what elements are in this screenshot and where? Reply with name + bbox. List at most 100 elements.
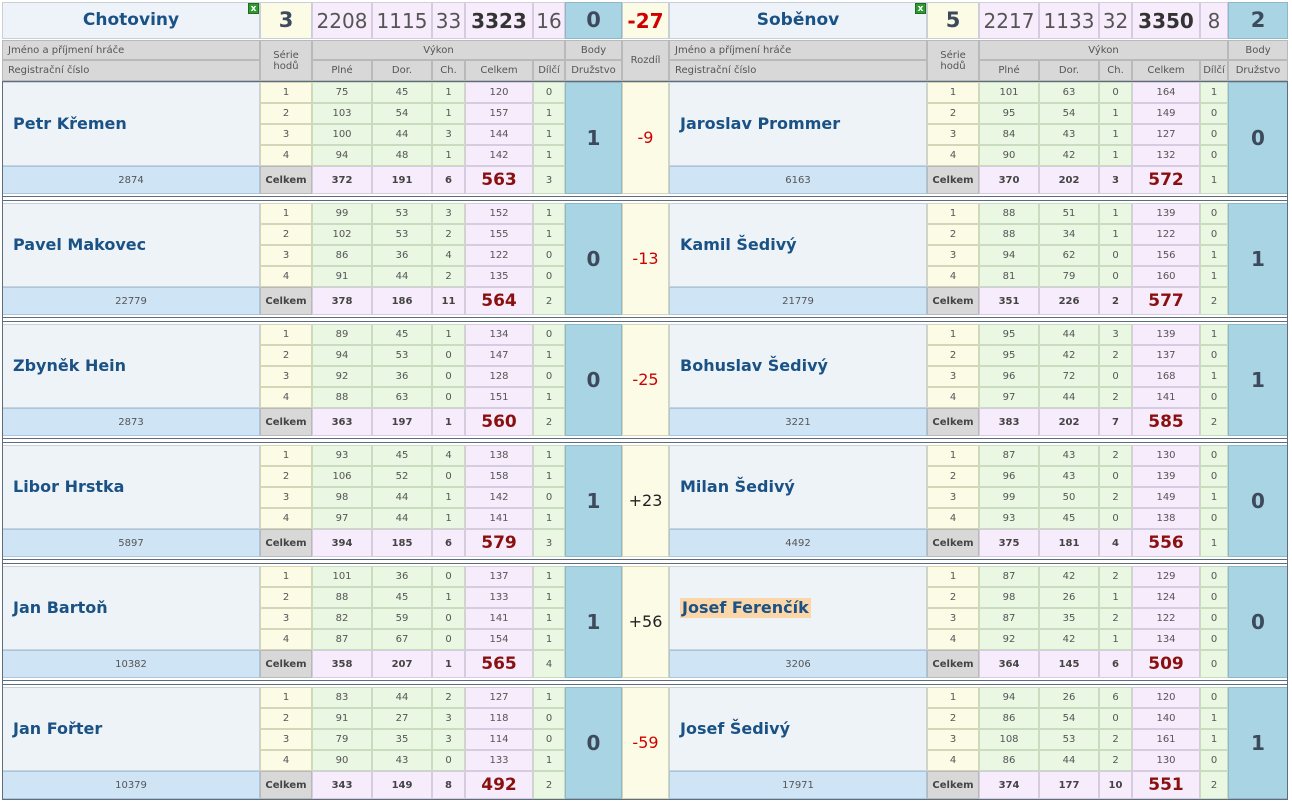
home-close-icon[interactable]: x bbox=[248, 3, 259, 14]
away-dilci-cell: 0 bbox=[1200, 145, 1228, 166]
home-total-plne: 363 bbox=[312, 408, 372, 436]
home-celkem-cell: 154 bbox=[465, 629, 533, 650]
home-total-ch: 6 bbox=[432, 166, 465, 194]
home-total-celkem: 560 bbox=[465, 408, 533, 436]
home-celkem-cell: 137 bbox=[465, 566, 533, 587]
home-ch-cell: 0 bbox=[432, 345, 465, 366]
home-dor-cell: 45 bbox=[372, 82, 432, 103]
away-dor-cell: 42 bbox=[1039, 145, 1099, 166]
away-total-plne: 383 bbox=[979, 408, 1039, 436]
home-total-celkem: 579 bbox=[465, 529, 533, 557]
home-plne-cell: 90 bbox=[312, 750, 372, 771]
home-player-name-text[interactable]: Petr Křemen bbox=[13, 115, 127, 133]
home-player-name-text[interactable]: Jan Fořter bbox=[13, 720, 102, 738]
away-player-name-text[interactable]: Josef Šedivý bbox=[680, 720, 790, 738]
away-celkem-cell: 137 bbox=[1132, 345, 1200, 366]
away-team-plne: 2217 bbox=[979, 2, 1039, 39]
home-celkem-cell: 152 bbox=[465, 203, 533, 224]
home-dor-cell: 44 bbox=[372, 266, 432, 287]
home-player-name-text[interactable]: Zbyněk Hein bbox=[13, 357, 126, 375]
away-dor-cell: 50 bbox=[1039, 487, 1099, 508]
home-dilci-cell: 1 bbox=[533, 387, 565, 408]
home-dilci-cell: 0 bbox=[533, 487, 565, 508]
home-total-dilci: 2 bbox=[533, 287, 565, 315]
away-player-name[interactable]: Jaroslav Prommer bbox=[669, 82, 927, 166]
match-board: Chotoviny 3 2208 1115 33 3323 16 0 -27 Soběnov 5 22… bbox=[0, 0, 1292, 802]
home-total-label: Celkem bbox=[260, 650, 312, 678]
away-serie-cell: 4 bbox=[927, 508, 979, 529]
away-player-name[interactable]: Josef Šedivý bbox=[669, 687, 927, 771]
home-player-name[interactable]: Jan Bartoň bbox=[2, 566, 260, 650]
home-serie-cell: 1 bbox=[260, 445, 312, 466]
home-header-ch: Ch. bbox=[432, 60, 465, 81]
home-player-name-text[interactable]: Libor Hrstka bbox=[13, 478, 124, 496]
home-dor-cell: 36 bbox=[372, 245, 432, 266]
away-total-dilci: 0 bbox=[1200, 650, 1228, 678]
home-plne-cell: 99 bbox=[312, 203, 372, 224]
header-rozdil: Rozdíl bbox=[622, 40, 669, 81]
away-dor-cell: 63 bbox=[1039, 82, 1099, 103]
home-header-druzstvo: Družstvo bbox=[565, 60, 622, 81]
away-serie-cell: 1 bbox=[927, 445, 979, 466]
home-registration-number: 2873 bbox=[2, 408, 260, 436]
home-ch-cell: 0 bbox=[432, 750, 465, 771]
home-serie-cell: 4 bbox=[260, 629, 312, 650]
home-dor-cell: 63 bbox=[372, 387, 432, 408]
home-total-label: Celkem bbox=[260, 408, 312, 436]
away-player-name[interactable]: Bohuslav Šedivý bbox=[669, 324, 927, 408]
home-dilci-cell: 1 bbox=[533, 345, 565, 366]
away-ch-cell: 1 bbox=[1099, 224, 1132, 245]
home-player-name-text[interactable]: Pavel Makovec bbox=[13, 236, 146, 254]
home-player-name[interactable]: Pavel Makovec bbox=[2, 203, 260, 287]
home-plne-cell: 86 bbox=[312, 245, 372, 266]
home-player-name[interactable]: Jan Fořter bbox=[2, 687, 260, 771]
home-ch-cell: 1 bbox=[432, 82, 465, 103]
home-player-name[interactable]: Zbyněk Hein bbox=[2, 324, 260, 408]
away-celkem-cell: 129 bbox=[1132, 566, 1200, 587]
home-team-name[interactable]: Chotoviny bbox=[2, 2, 260, 39]
away-player-name-text[interactable]: Kamil Šedivý bbox=[680, 236, 797, 254]
away-close-icon[interactable]: x bbox=[915, 3, 926, 14]
away-serie-cell: 2 bbox=[927, 708, 979, 729]
home-total-dor: 191 bbox=[372, 166, 432, 194]
away-serie-cell: 2 bbox=[927, 466, 979, 487]
home-total-ch: 8 bbox=[432, 771, 465, 799]
away-total-dor: 177 bbox=[1039, 771, 1099, 799]
home-serie-cell: 2 bbox=[260, 224, 312, 245]
away-team-ch: 32 bbox=[1099, 2, 1132, 39]
away-ch-cell: 2 bbox=[1099, 487, 1132, 508]
away-total-plne: 374 bbox=[979, 771, 1039, 799]
away-player-name[interactable]: Milan Šedivý bbox=[669, 445, 927, 529]
away-celkem-cell: 140 bbox=[1132, 708, 1200, 729]
home-serie-cell: 2 bbox=[260, 466, 312, 487]
home-serie-cell: 4 bbox=[260, 508, 312, 529]
home-plne-cell: 83 bbox=[312, 687, 372, 708]
away-team-name[interactable]: Soběnov bbox=[669, 2, 927, 39]
away-player-name-text[interactable]: Milan Šedivý bbox=[680, 478, 795, 496]
home-player-name[interactable]: Libor Hrstka bbox=[2, 445, 260, 529]
away-total-dor: 145 bbox=[1039, 650, 1099, 678]
home-dor-cell: 48 bbox=[372, 145, 432, 166]
away-ch-cell: 1 bbox=[1099, 203, 1132, 224]
home-ch-cell: 0 bbox=[432, 366, 465, 387]
away-dilci-cell: 1 bbox=[1200, 324, 1228, 345]
home-plne-cell: 92 bbox=[312, 366, 372, 387]
away-player-name-text[interactable]: Jaroslav Prommer bbox=[680, 115, 840, 133]
away-serie-cell: 4 bbox=[927, 750, 979, 771]
away-player-name[interactable]: Josef Ferenčík bbox=[669, 566, 927, 650]
away-dor-cell: 35 bbox=[1039, 608, 1099, 629]
away-celkem-cell: 156 bbox=[1132, 245, 1200, 266]
away-plne-cell: 95 bbox=[979, 324, 1039, 345]
away-player-name-text[interactable]: Josef Ferenčík bbox=[680, 598, 811, 618]
home-total-dilci: 3 bbox=[533, 166, 565, 194]
away-total-ch: 7 bbox=[1099, 408, 1132, 436]
home-player-name-text[interactable]: Jan Bartoň bbox=[13, 599, 108, 617]
away-player-name-text[interactable]: Bohuslav Šedivý bbox=[680, 357, 828, 375]
home-player-name[interactable]: Petr Křemen bbox=[2, 82, 260, 166]
home-dilci-cell: 1 bbox=[533, 566, 565, 587]
home-dor-cell: 44 bbox=[372, 687, 432, 708]
home-total-dor: 185 bbox=[372, 529, 432, 557]
away-player-name[interactable]: Kamil Šedivý bbox=[669, 203, 927, 287]
home-celkem-cell: 144 bbox=[465, 124, 533, 145]
away-total-label: Celkem bbox=[927, 408, 979, 436]
